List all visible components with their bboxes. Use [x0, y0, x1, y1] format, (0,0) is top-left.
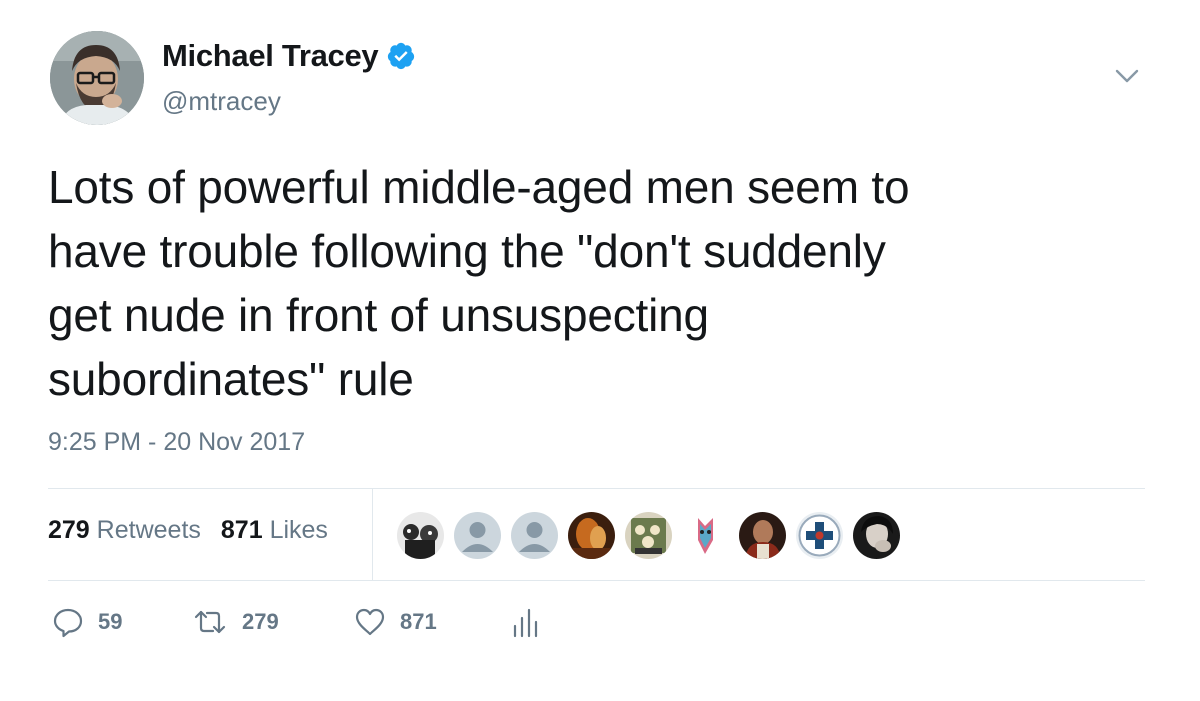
- liker-avatar[interactable]: [511, 512, 558, 559]
- tweet-text: Lots of powerful middle-aged men seem to…: [48, 155, 1148, 411]
- liker-avatar[interactable]: [853, 512, 900, 559]
- liker-avatar[interactable]: [568, 512, 615, 559]
- liker-avatars: [397, 512, 900, 559]
- tweet-actions: 59 279 871: [52, 606, 540, 638]
- divider: [372, 489, 373, 580]
- reply-count: 59: [98, 609, 123, 634]
- like-button[interactable]: 871: [354, 606, 510, 638]
- retweets-stat-count: 279: [48, 516, 90, 544]
- like-count: 871: [400, 609, 437, 634]
- liker-avatar[interactable]: [397, 512, 444, 559]
- divider: [48, 580, 1145, 581]
- tweet-text-line: subordinates" rule: [48, 353, 414, 405]
- author-display-name-row[interactable]: Michael Tracey: [162, 38, 416, 74]
- liker-avatar[interactable]: [454, 512, 501, 559]
- liker-avatar[interactable]: [796, 512, 843, 559]
- retweet-button[interactable]: 279: [192, 606, 354, 638]
- tweet-card: Michael Tracey @mtracey Lots of powerful…: [0, 0, 1200, 701]
- likes-stat-count: 871: [220, 516, 263, 544]
- author-display-name[interactable]: Michael Tracey: [162, 38, 379, 74]
- retweet-count: 279: [242, 609, 279, 634]
- reply-button[interactable]: 59: [52, 606, 192, 638]
- tweet-text-line: Lots of powerful middle-aged men seem to: [48, 161, 910, 213]
- analytics-button[interactable]: [510, 606, 540, 638]
- chevron-down-icon[interactable]: [1112, 63, 1142, 87]
- author-avatar[interactable]: [50, 31, 144, 125]
- retweets-stat-label: Retweets: [96, 516, 201, 544]
- analytics-icon: [510, 606, 540, 638]
- heart-icon: [354, 606, 386, 638]
- likes-stat-label: Likes: [269, 516, 328, 544]
- likes-stat[interactable]: 871 Likes: [221, 516, 328, 545]
- tweet-text-line: have trouble following the "don't sudden…: [48, 225, 886, 277]
- liker-avatar[interactable]: [739, 512, 786, 559]
- liker-avatar[interactable]: [625, 512, 672, 559]
- retweet-icon: [192, 606, 228, 638]
- author-handle[interactable]: @mtracey: [162, 86, 281, 117]
- reply-icon: [52, 606, 84, 638]
- retweets-stat[interactable]: 279 Retweets: [48, 516, 201, 545]
- liker-avatar[interactable]: [682, 512, 729, 559]
- tweet-timestamp[interactable]: 9:25 PM - 20 Nov 2017: [48, 428, 305, 457]
- divider: [48, 488, 1145, 489]
- tweet-stats: 279 Retweets 871 Likes: [48, 516, 328, 545]
- tweet-text-line: get nude in front of unsuspecting: [48, 289, 709, 341]
- verified-badge-icon: [386, 41, 416, 71]
